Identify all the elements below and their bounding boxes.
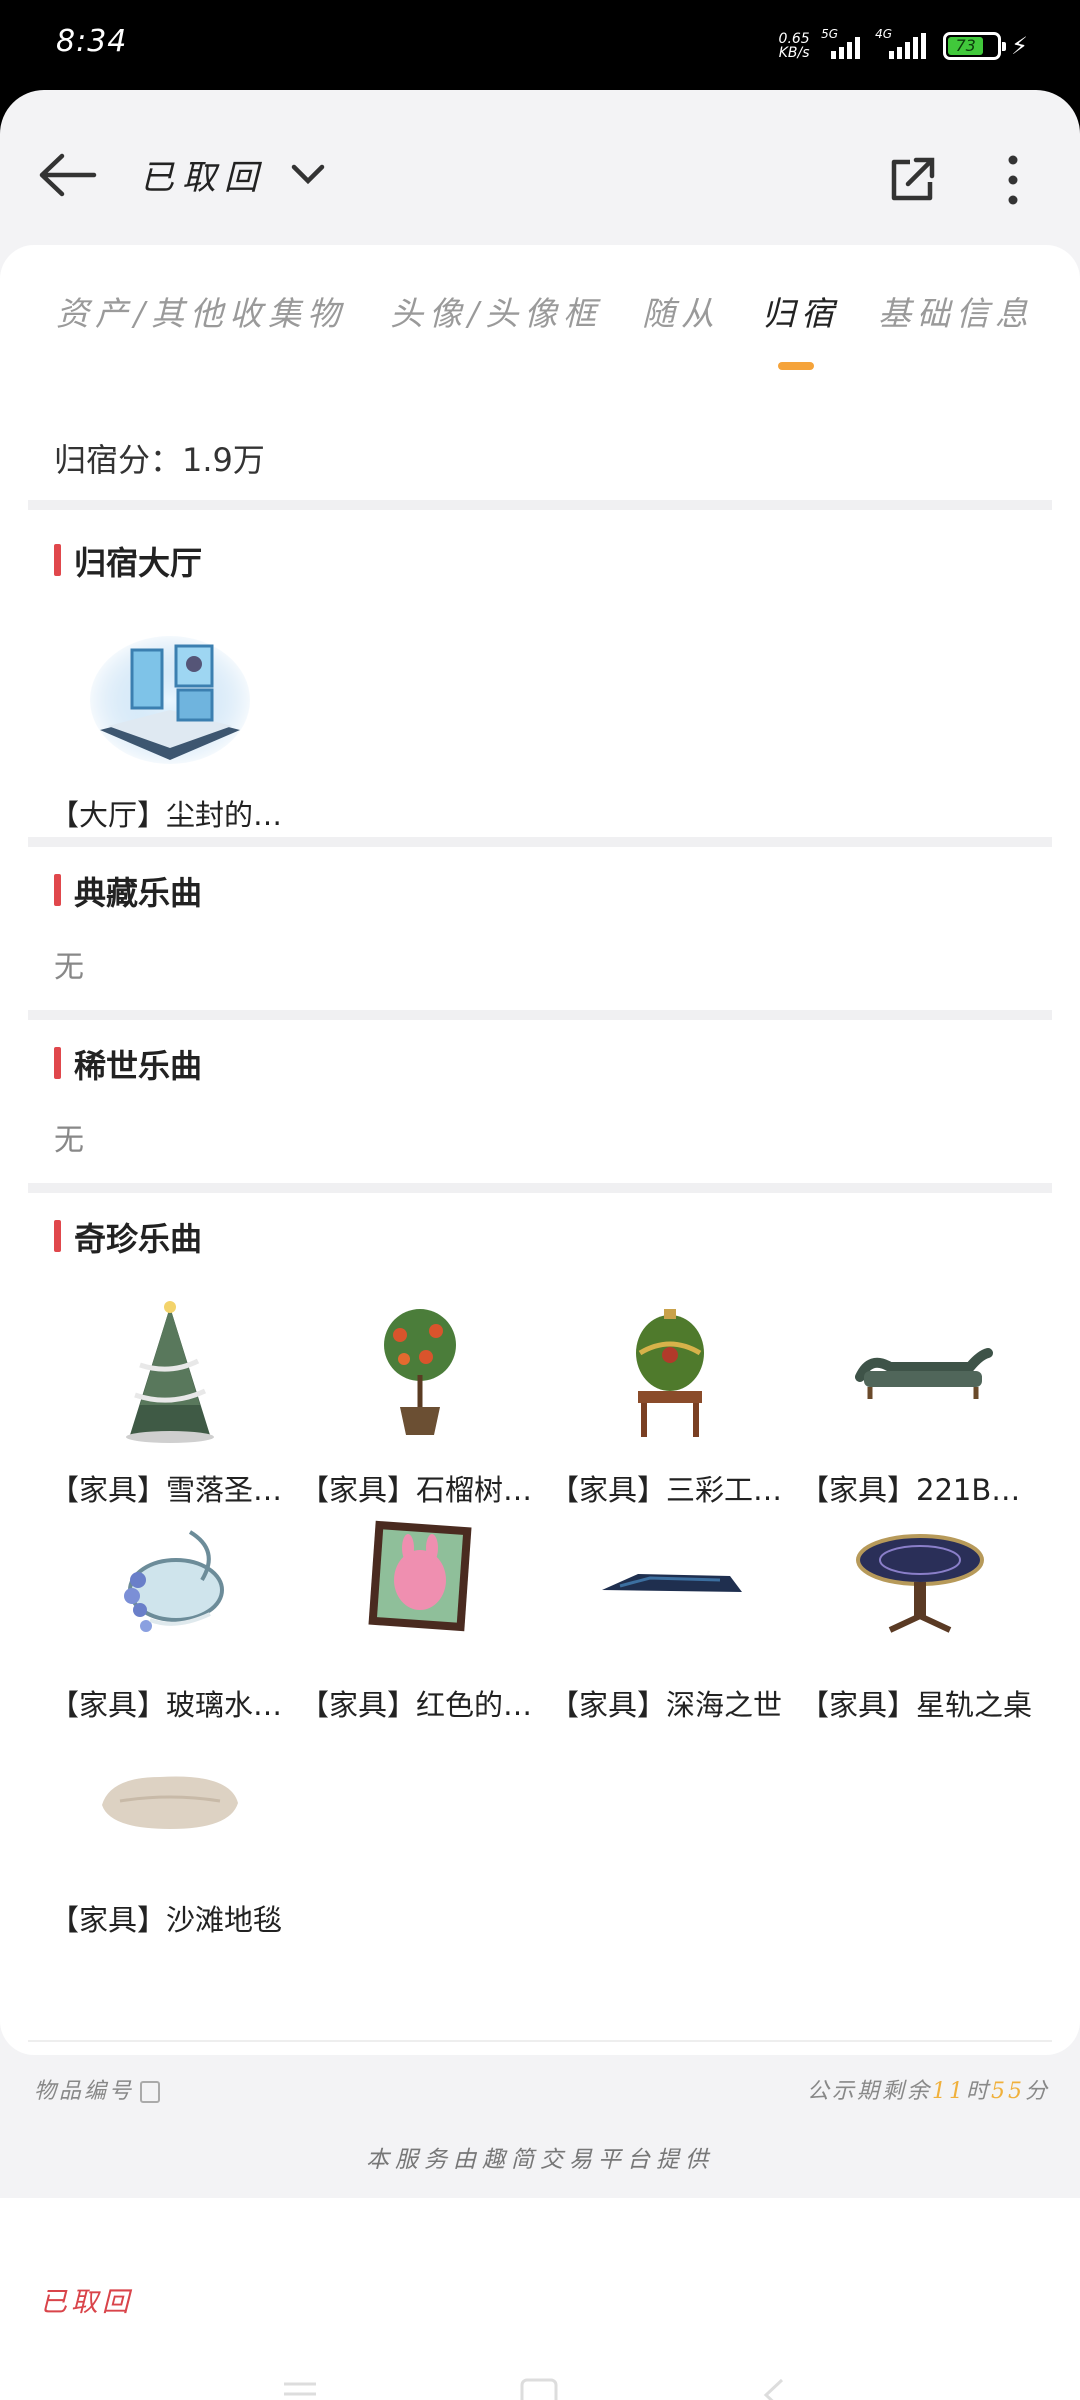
status-bar: 8:34 0.65 KB/s 5G 4G 73 ⚡	[0, 0, 1080, 92]
tab-avatar[interactable]: 头像/头像框	[390, 287, 602, 335]
red-painting-image	[368, 1520, 472, 1632]
active-tab-indicator	[778, 362, 814, 370]
beach-rug-image	[102, 1776, 238, 1829]
signal-5g-icon: 5G	[821, 27, 865, 59]
deep-sea-rug-image	[602, 1574, 742, 1592]
section-title-classic-music: 典藏乐曲	[54, 868, 202, 914]
charging-bolt-icon: ⚡	[1011, 32, 1028, 60]
home-score: 归宿分：1.9万	[54, 441, 265, 479]
back-arrow-icon[interactable]	[38, 150, 98, 200]
menu-nav-icon	[284, 2382, 316, 2396]
page-title[interactable]: 已取回	[140, 150, 266, 199]
more-vertical-icon[interactable]	[996, 150, 1030, 210]
divider	[28, 500, 1052, 510]
divider	[28, 837, 1052, 847]
glass-water-basin-image	[124, 1530, 224, 1632]
chaise-lounge-221b-image	[855, 1348, 993, 1399]
battery-icon: 73	[943, 32, 1007, 60]
clock: 8:34	[56, 24, 128, 59]
home-nav-icon	[520, 2378, 558, 2400]
bottom-bar: 已取回	[0, 2198, 1080, 2400]
back-nav-icon	[763, 2378, 784, 2400]
chevron-down-icon[interactable]	[290, 156, 326, 192]
net-speed: 0.65 KB/s	[778, 31, 810, 61]
divider	[28, 1183, 1052, 1193]
section-title-rare-music: 稀世乐曲	[54, 1041, 202, 1087]
share-icon[interactable]	[888, 154, 938, 204]
pomegranate-tree-image	[384, 1309, 456, 1435]
star-orbit-table-image	[856, 1534, 984, 1633]
hall-dusty-book-image	[90, 636, 250, 764]
snowy-christmas-tree-image	[126, 1301, 214, 1443]
sancai-vase-image	[636, 1309, 704, 1437]
tab-home[interactable]: 归宿	[762, 287, 840, 335]
section-title-treasure-music: 奇珍乐曲	[54, 1214, 202, 1260]
system-navigation-bar	[284, 2378, 784, 2400]
signal-4g-icon: 4G	[875, 27, 933, 59]
retrieval-status: 已取回	[40, 2287, 133, 2318]
copy-icon[interactable]	[140, 2081, 161, 2103]
divider	[28, 2040, 1052, 2042]
empty-text: 无	[54, 950, 84, 985]
tab-bar: 资产/其他收集物 头像/头像框 随从 归宿 基础信息	[0, 245, 1080, 385]
divider	[28, 1010, 1052, 1020]
item-id-row[interactable]: 物品编号	[34, 2073, 161, 2105]
app-sheet: 已取回 资产/其他收集物 头像/头像框 随从 归宿 基础信息 归宿分：1.9万 …	[0, 90, 1080, 2400]
tab-assets[interactable]: 资产/其他收集物	[56, 287, 346, 335]
empty-text: 无	[54, 1123, 84, 1158]
status-icons: 0.65 KB/s 5G 4G 73 ⚡	[777, 24, 1028, 68]
countdown: 公示期剩余11时55分	[806, 2079, 1050, 2104]
section-title-hall: 归宿大厅	[54, 538, 202, 584]
app-bar: 已取回	[0, 90, 1080, 250]
tab-followers[interactable]: 随从	[642, 287, 720, 335]
content-card: 资产/其他收集物 头像/头像框 随从 归宿 基础信息 归宿分：1.9万 归宿大厅…	[0, 245, 1080, 2104]
tab-basic-info[interactable]: 基础信息	[878, 287, 1034, 335]
provider-note: 本服务由趣简交易平台提供	[366, 2147, 714, 2173]
